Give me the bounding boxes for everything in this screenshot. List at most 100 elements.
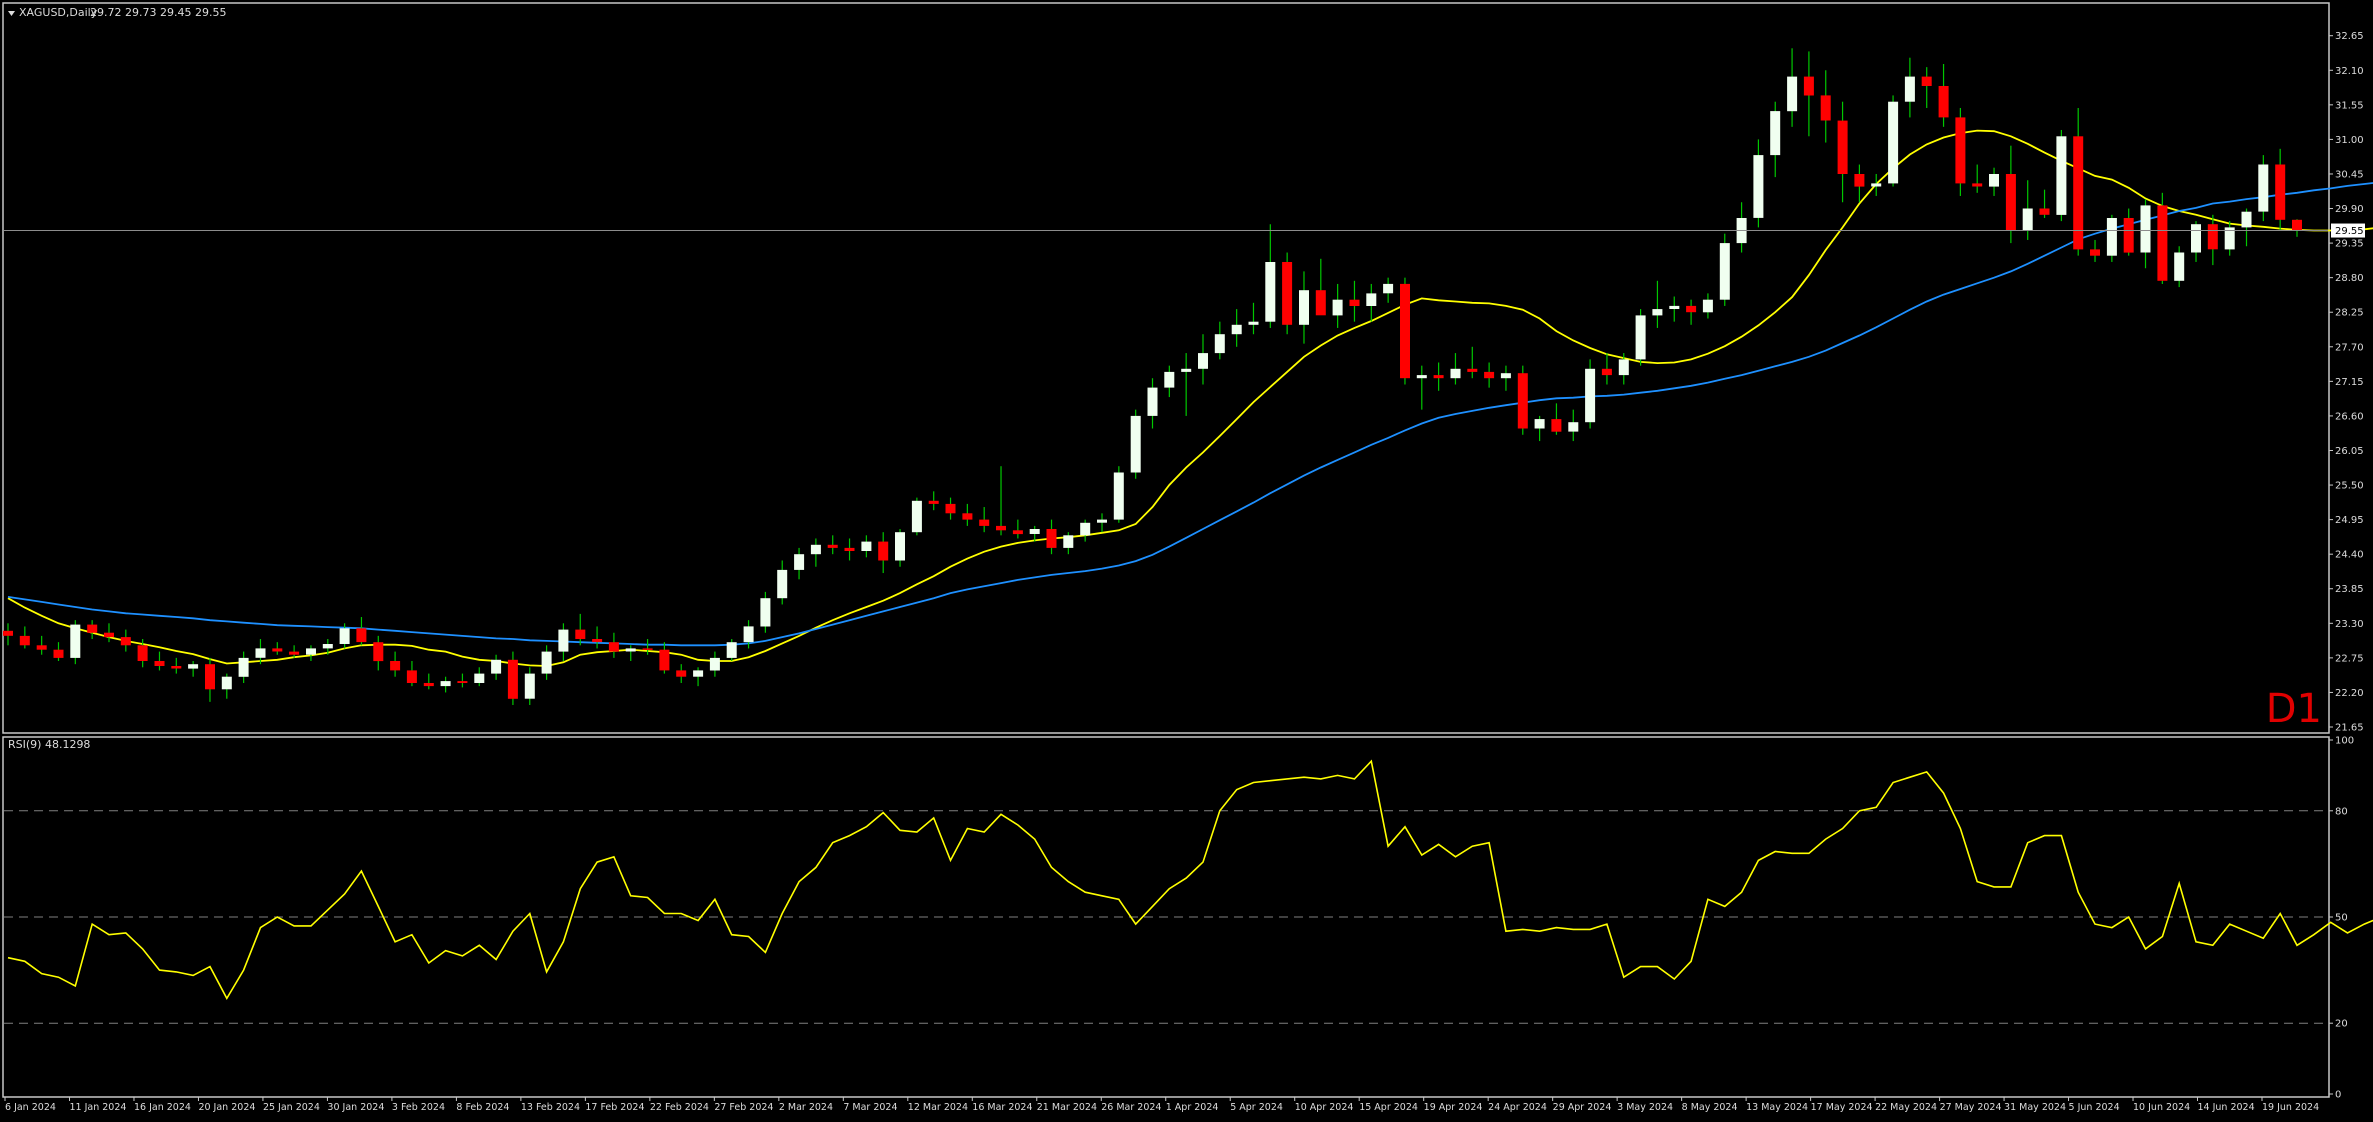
- price-axis-label: 21.65: [2335, 723, 2364, 734]
- bear-candle: [1803, 76, 1814, 96]
- bull-candle: [322, 644, 333, 649]
- bear-candle: [406, 670, 417, 683]
- price-axis-label: 22.20: [2335, 688, 2364, 699]
- bear-candle: [1938, 86, 1949, 118]
- bull-candle: [1181, 368, 1192, 372]
- bear-candle: [945, 503, 956, 514]
- bull-candle: [760, 598, 771, 627]
- bull-candle: [1719, 243, 1730, 300]
- bull-candle: [1534, 419, 1545, 429]
- bear-candle: [2005, 174, 2016, 231]
- bull-candle: [2056, 136, 2067, 215]
- bear-candle: [1837, 120, 1848, 174]
- bear-candle: [1349, 299, 1360, 306]
- bear-candle: [1517, 373, 1528, 429]
- bull-candle: [794, 554, 805, 570]
- price-axis-label: 28.25: [2335, 308, 2364, 319]
- bull-candle: [70, 624, 81, 658]
- bear-candle: [996, 525, 1006, 531]
- bull-candle: [238, 657, 249, 677]
- bear-candle: [2275, 164, 2286, 220]
- bear-candle: [1820, 95, 1831, 121]
- bull-candle: [474, 673, 485, 683]
- bull-candle: [1029, 529, 1040, 534]
- bull-candle: [541, 651, 552, 674]
- bear-candle: [137, 645, 148, 661]
- time-axis-label: 7 Mar 2024: [843, 1102, 897, 1113]
- price-axis-label: 31.55: [2335, 100, 2364, 111]
- time-axis-label: 21 Mar 2024: [1037, 1102, 1097, 1113]
- time-axis-label: 8 May 2024: [1682, 1102, 1738, 1113]
- bear-candle: [2090, 249, 2100, 256]
- bear-candle: [205, 664, 215, 690]
- time-axis-label: 16 Mar 2024: [972, 1102, 1032, 1113]
- bear-candle: [928, 500, 939, 504]
- bear-candle: [171, 666, 182, 669]
- bull-candle: [1787, 76, 1798, 112]
- bear-candle: [1601, 368, 1612, 376]
- time-axis-label: 12 Mar 2024: [908, 1102, 968, 1113]
- bull-candle: [911, 500, 922, 533]
- bull-candle: [339, 628, 350, 644]
- price-axis-label: 26.60: [2335, 411, 2364, 422]
- price-axis-label: 27.70: [2335, 342, 2364, 353]
- bull-candle: [895, 532, 905, 561]
- bull-candle: [777, 569, 788, 599]
- bear-candle: [457, 681, 468, 683]
- bear-candle: [878, 541, 889, 561]
- bull-candle: [2241, 211, 2252, 228]
- bull-candle: [1198, 353, 1208, 369]
- bull-candle: [221, 676, 232, 690]
- bull-candle: [1500, 373, 1511, 379]
- bull-candle: [861, 541, 872, 551]
- bull-candle: [1770, 111, 1781, 156]
- time-axis-label: 26 Mar 2024: [1101, 1102, 1161, 1113]
- bear-candle: [1686, 305, 1697, 313]
- time-axis-label: 2 Mar 2024: [779, 1102, 833, 1113]
- bear-candle: [373, 642, 384, 662]
- bear-candle: [2123, 218, 2134, 253]
- bull-candle: [1231, 324, 1242, 335]
- bull-candle: [2106, 218, 2117, 256]
- price-axis-label: 23.30: [2335, 619, 2364, 630]
- bear-candle: [19, 635, 30, 646]
- timeframe-label: D1: [2266, 686, 2322, 732]
- bear-candle: [1315, 290, 1326, 316]
- bear-candle: [642, 648, 653, 650]
- time-axis-label: 6 Jan 2024: [5, 1102, 56, 1113]
- time-axis-label: 17 Feb 2024: [585, 1102, 644, 1113]
- bull-candle: [440, 681, 451, 687]
- time-axis-label: 27 May 2024: [1940, 1102, 2002, 1113]
- bull-candle: [1989, 174, 1999, 187]
- rsi-axis-label: 100: [2335, 736, 2354, 747]
- bull-candle: [1147, 387, 1158, 416]
- price-axis-label: 32.65: [2335, 31, 2364, 42]
- bear-candle: [104, 632, 114, 638]
- bull-candle: [1652, 309, 1663, 316]
- bull-candle: [2191, 224, 2201, 253]
- bull-candle: [255, 648, 266, 658]
- time-axis-label: 10 Jun 2024: [2133, 1102, 2190, 1113]
- bull-candle: [188, 664, 199, 669]
- bear-candle: [1854, 174, 1865, 187]
- bear-candle: [53, 649, 64, 658]
- bull-candle: [1753, 155, 1764, 218]
- rsi-axis-label: 20: [2335, 1019, 2348, 1030]
- price-axis-label: 28.80: [2335, 273, 2364, 284]
- bear-candle: [1046, 529, 1057, 548]
- bull-candle: [1299, 290, 1309, 325]
- bull-candle: [2140, 205, 2151, 253]
- bear-candle: [1282, 262, 1293, 325]
- rsi-axis-label: 0: [2335, 1090, 2341, 1101]
- bear-candle: [1433, 375, 1444, 379]
- chart-background: [0, 0, 2373, 1118]
- bear-candle: [2039, 208, 2050, 215]
- bull-candle: [306, 648, 316, 655]
- time-axis-label: 30 Jan 2024: [327, 1102, 384, 1113]
- bull-candle: [1080, 522, 1091, 536]
- bull-candle: [1164, 371, 1175, 388]
- rsi-label: RSI(9) 48.1298: [8, 738, 90, 751]
- bear-candle: [507, 659, 518, 699]
- bull-candle: [1383, 283, 1394, 294]
- price-axis-label: 27.15: [2335, 377, 2364, 388]
